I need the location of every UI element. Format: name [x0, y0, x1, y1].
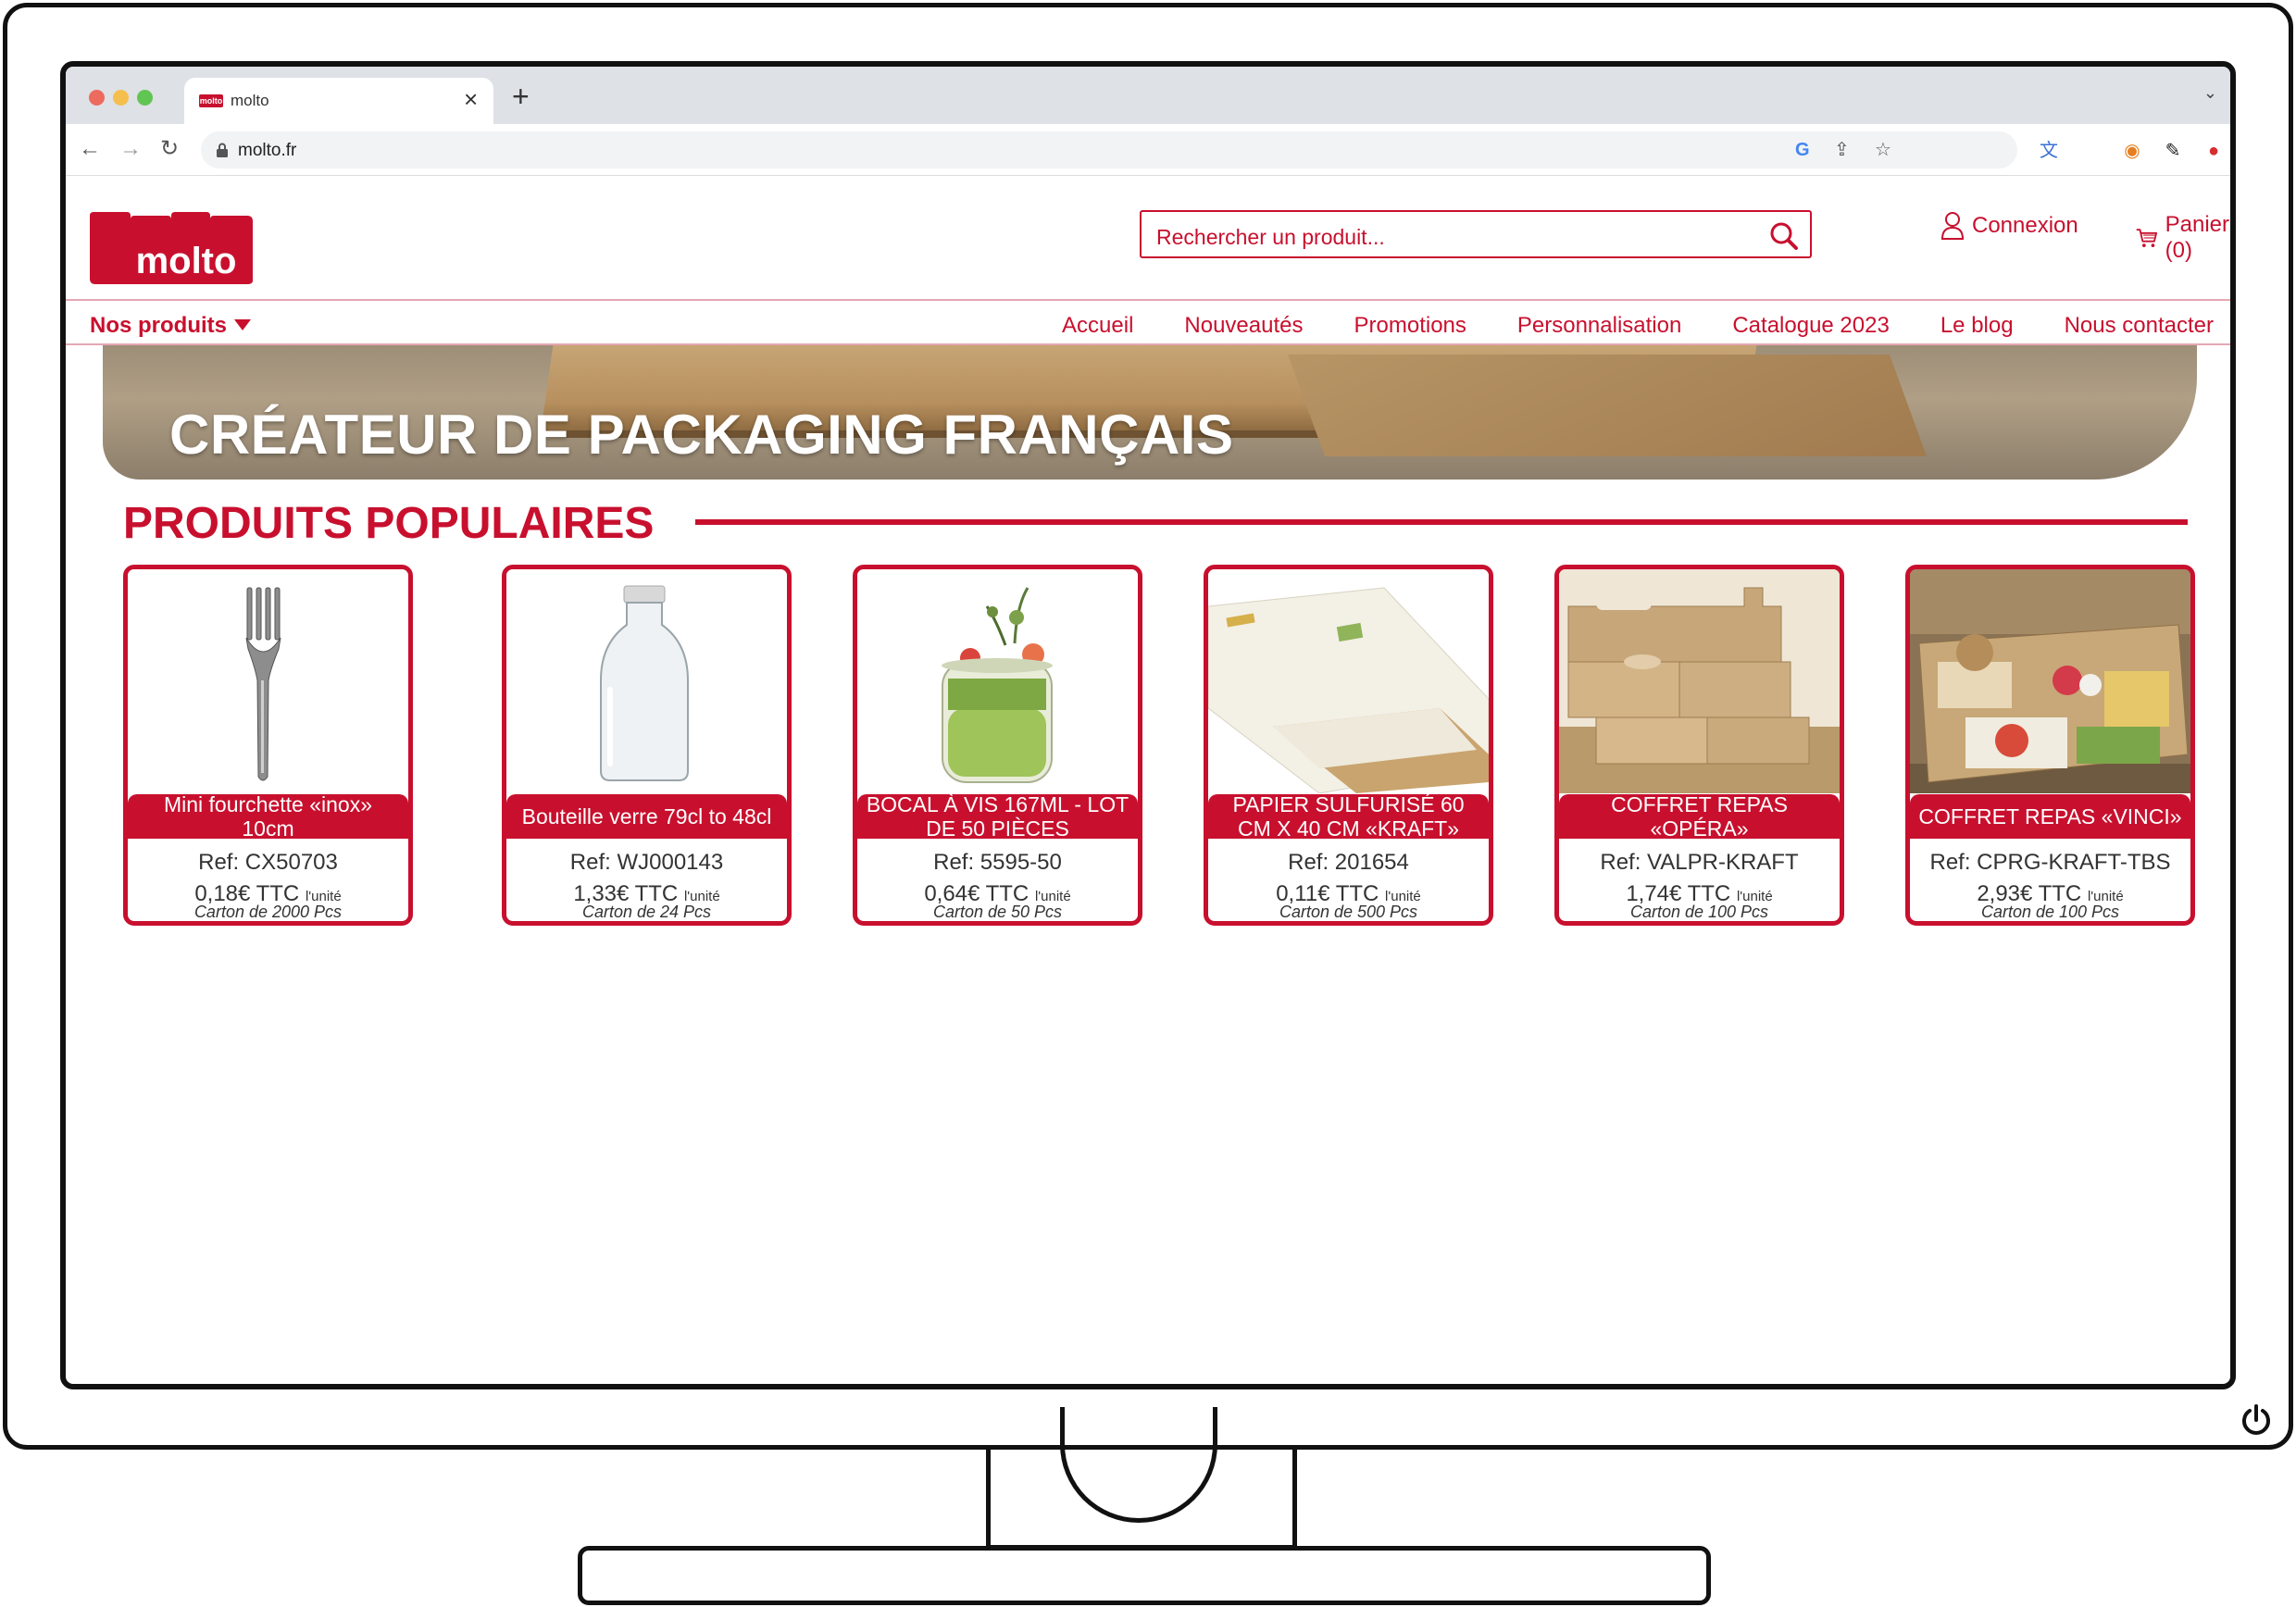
- site-header: molto Rechercher un produit... Connexion: [66, 177, 2230, 299]
- translate-extension-icon[interactable]: 文: [2038, 140, 2060, 162]
- screen: molto molto × + ⌄ ← → ↻ molto.fr G ⇪ ☆ 文…: [60, 61, 2236, 1389]
- lock-icon: [217, 143, 228, 157]
- product-name: PAPIER SULFURISÉ 60 CM X 40 CM «KRAFT»: [1208, 792, 1489, 841]
- product-name: Mini fourchette «inox» 10cm: [128, 792, 408, 841]
- baking-paper-image: [1208, 569, 1489, 793]
- address-bar[interactable]: molto.fr G ⇪ ☆: [201, 131, 2017, 168]
- product-card[interactable]: COFFRET REPAS «VINCI» Ref: CPRG-KRAFT-TB…: [1905, 565, 2195, 926]
- star-icon[interactable]: ☆: [1875, 139, 1891, 161]
- nav-products-dropdown[interactable]: Nos produits: [90, 313, 251, 339]
- user-icon: [1940, 212, 1965, 240]
- section-divider: [695, 519, 2188, 525]
- nav-link-personnalisation[interactable]: Personnalisation: [1517, 313, 1681, 339]
- google-icon[interactable]: G: [1795, 139, 1810, 161]
- search-input[interactable]: Rechercher un produit...: [1140, 210, 1812, 258]
- url-text: molto.fr: [238, 141, 297, 160]
- power-icon[interactable]: [2239, 1402, 2274, 1438]
- product-ref: Ref: CX50703: [198, 850, 338, 875]
- product-name: BOCAL À VIS 167ML - LOT DE 50 PIÈCES: [857, 792, 1138, 841]
- new-tab-button[interactable]: +: [512, 81, 530, 111]
- login-label: Connexion: [1972, 213, 2078, 238]
- banner-kraft-flap-image: [1287, 355, 1928, 456]
- molto-logo[interactable]: molto: [90, 212, 253, 284]
- product-carton: Carton de 24 Pcs: [581, 903, 712, 921]
- product-card[interactable]: PAPIER SULFURISÉ 60 CM X 40 CM «KRAFT» R…: [1204, 565, 1493, 926]
- share-icon[interactable]: ⇪: [1834, 139, 1850, 161]
- section-title: PRODUITS POPULAIRES: [123, 499, 655, 548]
- product-carton: Carton de 500 Pcs: [1279, 903, 1418, 921]
- product-carton: Carton de 100 Pcs: [1980, 903, 2120, 921]
- meal-tray-image: [1910, 569, 2190, 793]
- tab-search-icon[interactable]: ⌄: [2203, 83, 2217, 103]
- product-carton: Carton de 2000 Pcs: [193, 903, 343, 921]
- nav-link-contact[interactable]: Nous contacter: [2065, 313, 2214, 339]
- product-ref: Ref: 201654: [1288, 850, 1409, 875]
- product-ref: Ref: CPRG-KRAFT-TBS: [1929, 850, 2171, 875]
- jar-image: [857, 569, 1138, 793]
- tab-title: molto: [231, 92, 269, 109]
- cart-icon: [2136, 229, 2158, 247]
- nav-link-blog[interactable]: Le blog: [1940, 313, 2014, 339]
- cart-label: Panier (0): [2165, 212, 2229, 263]
- svg-text:molto: molto: [136, 241, 237, 281]
- browser-toolbar: ← → ↻ molto.fr G ⇪ ☆ 文 ◉ ✎ ● ✦ ▯ ★ ⋮: [66, 124, 2230, 176]
- browser-tab[interactable]: molto molto ×: [184, 78, 493, 124]
- nav-link-nouveautes[interactable]: Nouveautés: [1184, 313, 1303, 339]
- reload-icon[interactable]: ↻: [160, 135, 179, 163]
- fork-image: [128, 569, 408, 793]
- product-ref: Ref: 5595-50: [933, 850, 1062, 875]
- product-card[interactable]: COFFRET REPAS «OPÉRA» Ref: VALPR-KRAFT 1…: [1554, 565, 1844, 926]
- tab-close-icon[interactable]: ×: [464, 87, 478, 111]
- hero-banner[interactable]: CRÉATEUR DE PACKAGING FRANÇAIS: [103, 345, 2197, 480]
- nav-links: Accueil Nouveautés Promotions Personnali…: [1062, 313, 2214, 339]
- product-card[interactable]: Mini fourchette «inox» 10cm Ref: CX50703…: [123, 565, 413, 926]
- monitor-stand-base: [578, 1546, 1711, 1605]
- product-ref: Ref: VALPR-KRAFT: [1600, 850, 1799, 875]
- window-minimize-button[interactable]: [113, 90, 129, 106]
- product-carton: Carton de 50 Pcs: [932, 903, 1063, 921]
- banner-title: CRÉATEUR DE PACKAGING FRANÇAIS: [169, 404, 1234, 466]
- caret-down-icon: [234, 319, 251, 330]
- window-close-button[interactable]: [89, 90, 105, 106]
- nav-link-catalogue[interactable]: Catalogue 2023: [1732, 313, 1889, 339]
- product-name: COFFRET REPAS «OPÉRA»: [1559, 792, 1840, 841]
- color-extension-icon[interactable]: ◉: [2121, 140, 2143, 162]
- product-ref: Ref: WJ000143: [569, 850, 724, 875]
- product-name: COFFRET REPAS «VINCI»: [1910, 794, 2190, 839]
- window-zoom-button[interactable]: [137, 90, 153, 106]
- product-card[interactable]: Bouteille verre 79cl to 48cl Ref: WJ0001…: [502, 565, 792, 926]
- nav-link-promotions[interactable]: Promotions: [1354, 313, 1466, 339]
- nav-products-label: Nos produits: [90, 313, 227, 338]
- search-icon[interactable]: [1769, 221, 1799, 251]
- main-nav: Nos produits Accueil Nouveautés Promotio…: [66, 299, 2230, 345]
- eyedropper-extension-icon[interactable]: ✎: [2162, 140, 2184, 162]
- back-icon[interactable]: ←: [79, 135, 101, 163]
- product-carton: Carton de 100 Pcs: [1629, 903, 1769, 921]
- forward-icon[interactable]: →: [119, 135, 142, 163]
- search-placeholder: Rechercher un produit...: [1156, 225, 1385, 249]
- product-name: Bouteille verre 79cl to 48cl: [506, 794, 787, 839]
- opera-extension-icon[interactable]: ●: [2202, 140, 2225, 162]
- tab-favicon-icon: molto: [199, 94, 223, 107]
- nav-link-accueil[interactable]: Accueil: [1062, 313, 1133, 339]
- product-card[interactable]: BOCAL À VIS 167ML - LOT DE 50 PIÈCES Ref…: [853, 565, 1142, 926]
- login-link[interactable]: Connexion: [1940, 212, 2078, 240]
- kraft-meal-boxes-image: [1559, 569, 1840, 793]
- glass-bottle-image: [506, 569, 787, 793]
- browser-tab-bar: molto molto × + ⌄: [66, 67, 2230, 124]
- cart-link[interactable]: Panier (0): [2136, 212, 2230, 264]
